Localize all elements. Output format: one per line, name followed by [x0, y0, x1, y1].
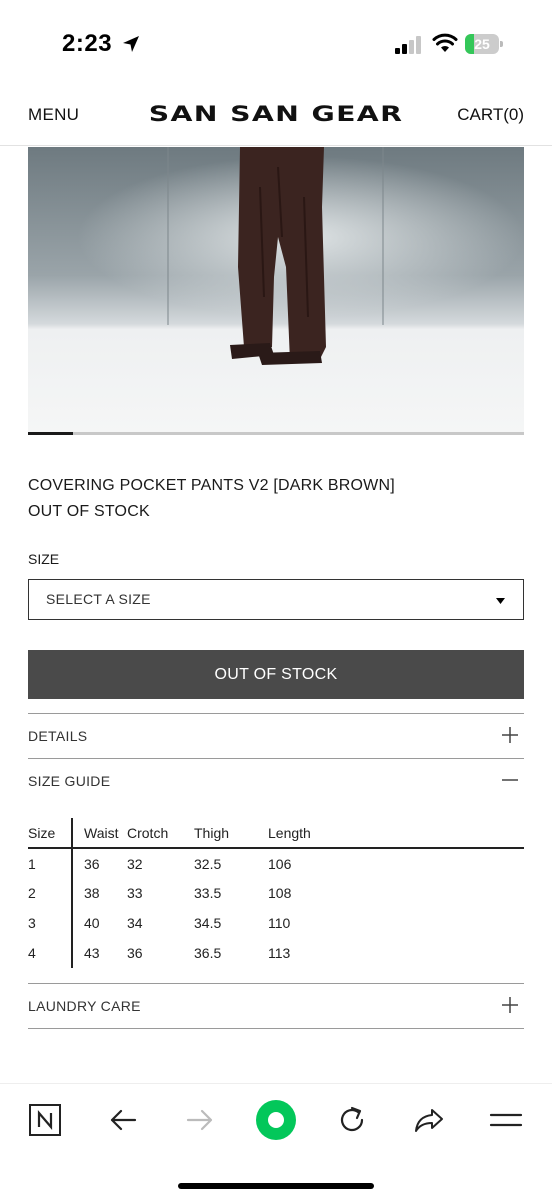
green-circle-home-icon[interactable]	[254, 1098, 298, 1142]
table-cell: 32	[127, 855, 143, 872]
table-cell: 113	[268, 945, 291, 961]
accordion-size-guide-label: SIZE GUIDE	[28, 773, 111, 789]
table-cell: 38	[84, 885, 100, 901]
table-cell: 43	[84, 945, 100, 961]
plus-icon	[502, 997, 518, 1013]
column-header: Waist	[72, 818, 127, 849]
battery-percent: 25	[474, 36, 490, 52]
menu-lines-icon[interactable]	[488, 1102, 524, 1138]
forward-arrow-icon[interactable]	[182, 1102, 218, 1138]
table-cell: 3	[28, 908, 73, 938]
accordion-details-label: DETAILS	[28, 728, 88, 744]
table-cell: 106	[268, 855, 292, 872]
minus-icon	[502, 779, 518, 781]
table-cell: 40	[84, 915, 100, 931]
table-row: 4 43 36 36.5 113	[28, 938, 524, 968]
accordion-laundry-care[interactable]: LAUNDRY CARE	[28, 983, 524, 1028]
table-cell: 33	[127, 885, 143, 901]
table-cell: 34.5	[194, 915, 222, 931]
out-of-stock-button[interactable]: OUT OF STOCK	[28, 650, 524, 699]
size-dropdown-value: SELECT A SIZE	[46, 591, 151, 607]
table-cell: 36	[84, 855, 100, 872]
size-dropdown[interactable]: SELECT A SIZE	[28, 579, 524, 620]
table-cell: 32.5	[194, 855, 222, 872]
product-title: COVERING POCKET PANTS V2 [DARK BROWN]	[28, 477, 395, 494]
accordion-details[interactable]: DETAILS	[28, 713, 524, 758]
table-cell: 2	[28, 878, 73, 908]
cart-button[interactable]: CART(0)	[457, 105, 524, 125]
table-cell: 36	[127, 945, 143, 961]
table-header-row: Size Waist Crotch Thigh Length	[28, 818, 524, 849]
table-row: 3 40 34 34.5 110	[28, 908, 524, 938]
share-icon[interactable]	[411, 1102, 447, 1138]
carousel-progress-indicator	[28, 432, 73, 435]
browser-toolbar	[0, 1083, 552, 1200]
accordion-size-guide[interactable]: SIZE GUIDE	[28, 758, 524, 803]
wifi-icon	[432, 33, 458, 52]
image-carousel-progress	[28, 432, 524, 435]
location-arrow-icon	[123, 36, 139, 52]
table-cell: 36.5	[194, 945, 222, 961]
size-label: SIZE	[28, 551, 60, 567]
cellular-signal-icon	[395, 36, 421, 54]
column-header: Length	[268, 818, 524, 849]
column-header: Crotch	[127, 818, 194, 849]
table-cell: 108	[268, 885, 292, 901]
battery-indicator: 25	[465, 34, 503, 54]
reload-icon[interactable]	[334, 1102, 370, 1138]
product-photo-pants	[28, 147, 524, 432]
back-arrow-icon[interactable]	[105, 1102, 141, 1138]
table-cell: 34	[127, 915, 143, 931]
table-row: 1 36 32 32.5 106	[28, 848, 524, 878]
divider	[28, 1028, 524, 1029]
plus-icon	[502, 727, 518, 743]
table-cell: 110	[268, 915, 291, 931]
table-cell: 33.5	[194, 885, 222, 901]
naver-n-icon[interactable]	[27, 1102, 63, 1138]
stock-status: OUT OF STOCK	[28, 503, 150, 520]
status-bar: 2:23 25	[0, 0, 552, 88]
home-indicator[interactable]	[178, 1183, 374, 1189]
accordion-laundry-care-label: LAUNDRY CARE	[28, 998, 141, 1014]
size-guide-table: Size Waist Crotch Thigh Length 1 36 32 3…	[28, 818, 524, 968]
caret-down-icon	[496, 598, 505, 604]
product-image[interactable]	[28, 147, 524, 432]
table-row: 2 38 33 33.5 108	[28, 878, 524, 908]
site-header: MENU SAN SAN GEAR CART(0)	[0, 88, 552, 146]
table-cell: 1	[28, 848, 73, 878]
column-header: Size	[28, 818, 73, 849]
table-cell: 4	[28, 938, 73, 968]
status-time: 2:23	[62, 30, 113, 57]
column-header: Thigh	[194, 818, 268, 849]
